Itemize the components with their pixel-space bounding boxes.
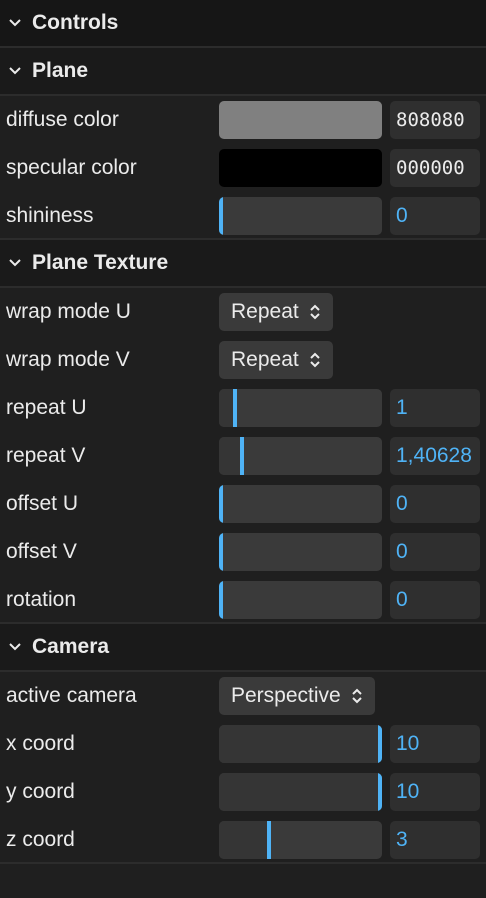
chevron-down-icon bbox=[8, 64, 22, 78]
rotation-row: rotation 0 bbox=[0, 576, 486, 624]
rotation-number-input[interactable]: 0 bbox=[390, 581, 480, 619]
active-camera-select[interactable]: Perspective bbox=[219, 677, 375, 715]
rotation-slider[interactable] bbox=[219, 581, 382, 619]
up-down-arrows-icon bbox=[309, 303, 321, 321]
slider-handle[interactable] bbox=[378, 773, 382, 811]
slider-fill bbox=[219, 725, 378, 763]
camera-folder-header[interactable]: Camera bbox=[0, 624, 486, 672]
repeat-v-label: repeat V bbox=[6, 444, 86, 467]
shininess-row: shininess 0 bbox=[0, 192, 486, 240]
chevron-down-icon bbox=[8, 16, 22, 30]
plane-texture-folder-title: Plane Texture bbox=[32, 251, 169, 274]
plane-texture-folder-header[interactable]: Plane Texture bbox=[0, 240, 486, 288]
repeat-v-row: repeat V 1,40628 bbox=[0, 432, 486, 480]
wrap-mode-u-value: Repeat bbox=[231, 300, 299, 323]
offset-v-label: offset V bbox=[6, 540, 77, 563]
y-coord-row: y coord 10 bbox=[0, 768, 486, 816]
repeat-v-number-input[interactable]: 1,40628 bbox=[390, 437, 480, 475]
wrap-mode-v-label: wrap mode V bbox=[6, 348, 130, 371]
repeat-u-slider[interactable] bbox=[219, 389, 382, 427]
specular-color-swatch[interactable] bbox=[219, 149, 382, 187]
offset-u-row: offset U 0 bbox=[0, 480, 486, 528]
offset-v-slider[interactable] bbox=[219, 533, 382, 571]
slider-handle[interactable] bbox=[239, 437, 244, 475]
y-coord-label: y coord bbox=[6, 780, 75, 803]
controls-header[interactable]: Controls bbox=[0, 0, 486, 48]
rotation-label: rotation bbox=[6, 588, 77, 611]
slider-handle[interactable] bbox=[266, 821, 271, 859]
slider-handle[interactable] bbox=[378, 725, 382, 763]
wrap-mode-u-label: wrap mode U bbox=[6, 300, 131, 323]
controls-title: Controls bbox=[32, 11, 119, 34]
up-down-arrows-icon bbox=[351, 687, 363, 705]
chevron-down-icon bbox=[8, 256, 22, 270]
z-coord-slider[interactable] bbox=[219, 821, 382, 859]
slider-handle[interactable] bbox=[219, 581, 223, 619]
active-camera-label: active camera bbox=[6, 684, 137, 707]
repeat-u-row: repeat U 1 bbox=[0, 384, 486, 432]
repeat-u-number-input[interactable]: 1 bbox=[390, 389, 480, 427]
slider-fill bbox=[219, 773, 378, 811]
slider-fill bbox=[219, 389, 234, 427]
z-coord-label: z coord bbox=[6, 828, 75, 851]
x-coord-slider[interactable] bbox=[219, 725, 382, 763]
shininess-label: shininess bbox=[6, 204, 94, 227]
slider-handle[interactable] bbox=[219, 197, 223, 235]
plane-folder-title: Plane bbox=[32, 59, 89, 82]
diffuse-color-swatch[interactable] bbox=[219, 101, 382, 139]
x-coord-number-input[interactable]: 10 bbox=[390, 725, 480, 763]
slider-fill bbox=[219, 437, 240, 475]
diffuse-color-row: diffuse color 808080 bbox=[0, 96, 486, 144]
slider-handle[interactable] bbox=[219, 485, 223, 523]
active-camera-row: active camera Perspective bbox=[0, 672, 486, 720]
shininess-number-input[interactable]: 0 bbox=[390, 197, 480, 235]
specular-color-hex-input[interactable]: 000000 bbox=[390, 149, 480, 187]
active-camera-value: Perspective bbox=[231, 684, 341, 707]
y-coord-number-input[interactable]: 10 bbox=[390, 773, 480, 811]
repeat-v-slider[interactable] bbox=[219, 437, 382, 475]
plane-folder-header[interactable]: Plane bbox=[0, 48, 486, 96]
up-down-arrows-icon bbox=[309, 351, 321, 369]
x-coord-label: x coord bbox=[6, 732, 75, 755]
camera-folder-title: Camera bbox=[32, 635, 110, 658]
shininess-slider[interactable] bbox=[219, 197, 382, 235]
specular-color-label: specular color bbox=[6, 156, 137, 179]
diffuse-color-label: diffuse color bbox=[6, 108, 119, 131]
controls-panel: Controls Plane diffuse color 808080 spec… bbox=[0, 0, 486, 864]
diffuse-color-hex-input[interactable]: 808080 bbox=[390, 101, 480, 139]
slider-fill bbox=[219, 821, 267, 859]
wrap-mode-u-select[interactable]: Repeat bbox=[219, 293, 333, 331]
offset-v-number-input[interactable]: 0 bbox=[390, 533, 480, 571]
offset-u-number-input[interactable]: 0 bbox=[390, 485, 480, 523]
wrap-mode-u-row: wrap mode U Repeat bbox=[0, 288, 486, 336]
z-coord-number-input[interactable]: 3 bbox=[390, 821, 480, 859]
z-coord-row: z coord 3 bbox=[0, 816, 486, 864]
x-coord-row: x coord 10 bbox=[0, 720, 486, 768]
slider-handle[interactable] bbox=[233, 389, 238, 427]
specular-color-row: specular color 000000 bbox=[0, 144, 486, 192]
offset-v-row: offset V 0 bbox=[0, 528, 486, 576]
y-coord-slider[interactable] bbox=[219, 773, 382, 811]
wrap-mode-v-select[interactable]: Repeat bbox=[219, 341, 333, 379]
chevron-down-icon bbox=[8, 640, 22, 654]
offset-u-label: offset U bbox=[6, 492, 78, 515]
wrap-mode-v-value: Repeat bbox=[231, 348, 299, 371]
wrap-mode-v-row: wrap mode V Repeat bbox=[0, 336, 486, 384]
slider-handle[interactable] bbox=[219, 533, 223, 571]
repeat-u-label: repeat U bbox=[6, 396, 87, 419]
offset-u-slider[interactable] bbox=[219, 485, 382, 523]
